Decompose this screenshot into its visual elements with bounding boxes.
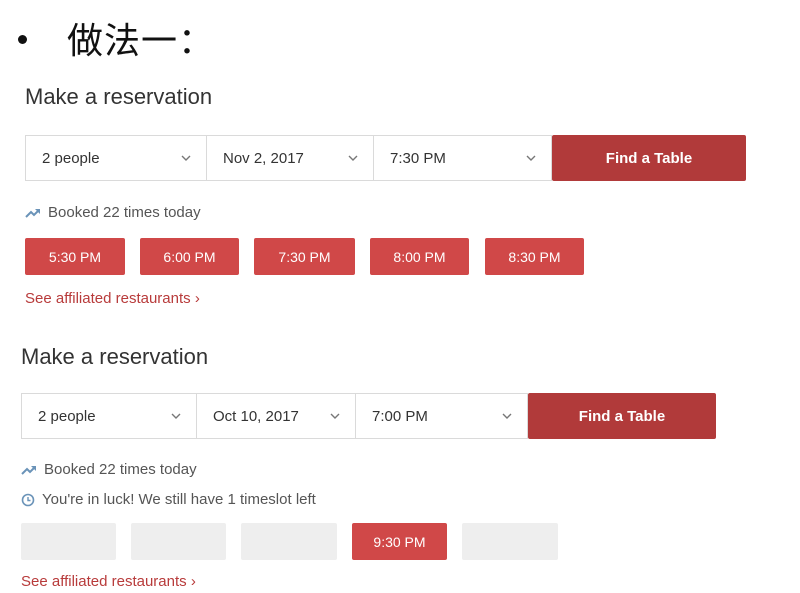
booked-text: Booked 22 times today bbox=[48, 204, 201, 221]
time-slot-unavailable bbox=[21, 523, 116, 560]
chevron-down-icon bbox=[502, 413, 512, 419]
time-value: 7:00 PM bbox=[372, 407, 428, 425]
chevron-down-icon bbox=[171, 413, 181, 419]
time-select[interactable]: 7:00 PM bbox=[355, 393, 528, 439]
time-slot-unavailable bbox=[241, 523, 337, 560]
reservation-heading: Make a reservation bbox=[21, 344, 209, 369]
booked-info: Booked 22 times today bbox=[25, 204, 201, 221]
time-slot-button[interactable]: 7:30 PM bbox=[254, 238, 355, 275]
date-select[interactable]: Nov 2, 2017 bbox=[206, 135, 373, 181]
chevron-down-icon bbox=[330, 413, 340, 419]
time-slot-button[interactable]: 6:00 PM bbox=[140, 238, 239, 275]
time-slot-unavailable bbox=[462, 523, 558, 560]
time-value: 7:30 PM bbox=[390, 149, 446, 167]
bullet-text: 做法一： bbox=[67, 21, 216, 62]
time-slot-button[interactable]: 8:30 PM bbox=[485, 238, 584, 275]
booked-info: Booked 22 times today bbox=[21, 461, 197, 478]
chevron-down-icon bbox=[526, 155, 536, 161]
trending-up-icon bbox=[25, 208, 40, 218]
time-slot-button[interactable]: 5:30 PM bbox=[25, 238, 125, 275]
chevron-down-icon bbox=[181, 155, 191, 161]
find-table-button[interactable]: Find a Table bbox=[528, 393, 716, 439]
reservation-form: 2 people Nov 2, 2017 7:30 PM Find a Tabl… bbox=[25, 135, 746, 181]
reservation-heading: Make a reservation bbox=[25, 84, 213, 109]
time-slot-unavailable bbox=[131, 523, 226, 560]
party-size-select[interactable]: 2 people bbox=[21, 393, 196, 439]
date-value: Nov 2, 2017 bbox=[223, 149, 304, 167]
affiliated-restaurants-link[interactable]: See affiliated restaurants › bbox=[21, 573, 196, 590]
reservation-form: 2 people Oct 10, 2017 7:00 PM Find a Tab… bbox=[21, 393, 716, 439]
date-select[interactable]: Oct 10, 2017 bbox=[196, 393, 355, 439]
time-slot-button[interactable]: 9:30 PM bbox=[352, 523, 447, 560]
time-slots: 5:30 PM 6:00 PM 7:30 PM 8:00 PM 8:30 PM bbox=[25, 238, 584, 275]
clock-icon bbox=[21, 493, 35, 506]
bullet-title: 做法一： bbox=[18, 10, 215, 66]
party-size-value: 2 people bbox=[42, 149, 100, 167]
party-size-select[interactable]: 2 people bbox=[25, 135, 206, 181]
find-table-button[interactable]: Find a Table bbox=[552, 135, 746, 181]
bullet-dot bbox=[18, 34, 27, 44]
time-slot-button[interactable]: 8:00 PM bbox=[370, 238, 469, 275]
time-select[interactable]: 7:30 PM bbox=[373, 135, 552, 181]
chevron-down-icon bbox=[348, 155, 358, 161]
time-slots: 9:30 PM bbox=[21, 523, 558, 560]
date-value: Oct 10, 2017 bbox=[213, 407, 299, 425]
luck-info: You're in luck! We still have 1 timeslot… bbox=[21, 491, 316, 508]
booked-text: Booked 22 times today bbox=[44, 461, 197, 478]
party-size-value: 2 people bbox=[38, 407, 96, 425]
affiliated-restaurants-link[interactable]: See affiliated restaurants › bbox=[25, 290, 200, 307]
luck-text: You're in luck! We still have 1 timeslot… bbox=[42, 491, 316, 508]
trending-up-icon bbox=[21, 465, 36, 475]
